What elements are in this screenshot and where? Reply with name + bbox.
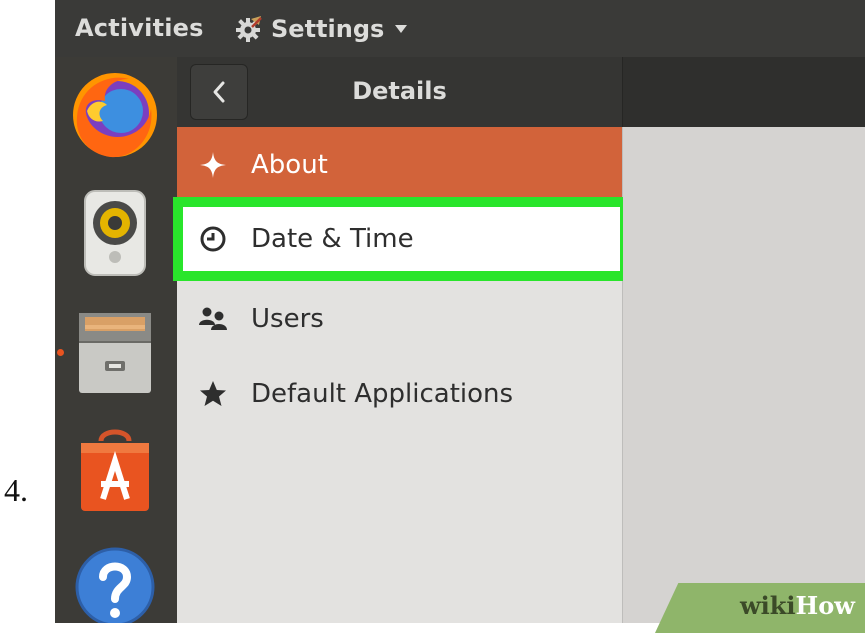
app-menu-label: Settings: [271, 15, 385, 43]
details-content-area: [623, 127, 865, 623]
settings-gear-icon: [236, 16, 262, 42]
help-icon[interactable]: [67, 539, 163, 623]
dock: [55, 57, 177, 623]
watermark-part2: How: [795, 591, 855, 620]
software-bag-icon[interactable]: [67, 421, 163, 517]
activities-button[interactable]: Activities: [75, 14, 204, 42]
sidebar-item-date-time[interactable]: Date & Time: [173, 197, 630, 281]
users-icon: [197, 303, 229, 335]
watermark-logo: wikiHow: [740, 591, 855, 620]
app-menu[interactable]: Settings: [235, 14, 408, 44]
running-indicator: [57, 349, 64, 356]
back-button[interactable]: [190, 64, 248, 120]
page-title: Details: [352, 77, 447, 105]
speaker-icon[interactable]: [67, 185, 163, 281]
top-bar: Activities Settings: [55, 0, 865, 57]
sidebar-header: Details: [177, 57, 622, 127]
step-number: 4.: [4, 472, 28, 508]
window-header-bar: Details: [177, 57, 865, 127]
ubuntu-desktop: Activities Settings Details About Date &…: [55, 0, 865, 623]
sidebar-item-default-applications[interactable]: Default Applications: [177, 356, 622, 432]
details-sidebar: About Date & Time Users Default Applicat…: [173, 127, 630, 623]
sidebar-item-users[interactable]: Users: [177, 281, 622, 357]
file-cabinet-icon[interactable]: [67, 303, 163, 399]
caret-down-icon: [395, 25, 408, 33]
watermark-part1: wiki: [740, 591, 796, 620]
sidebar-item-about[interactable]: About: [177, 127, 622, 203]
sidebar-item-label: Default Applications: [251, 379, 514, 409]
chevron-left-icon: [213, 81, 225, 103]
sidebar-item-label: Users: [251, 304, 324, 334]
star-icon: [197, 378, 229, 410]
sparkle-icon: [197, 149, 229, 181]
header-divider: [622, 57, 623, 127]
sidebar-item-label: About: [251, 150, 328, 180]
sidebar-item-label: Date & Time: [251, 224, 414, 254]
firefox-icon[interactable]: [67, 67, 163, 163]
clock-icon: [197, 223, 229, 255]
